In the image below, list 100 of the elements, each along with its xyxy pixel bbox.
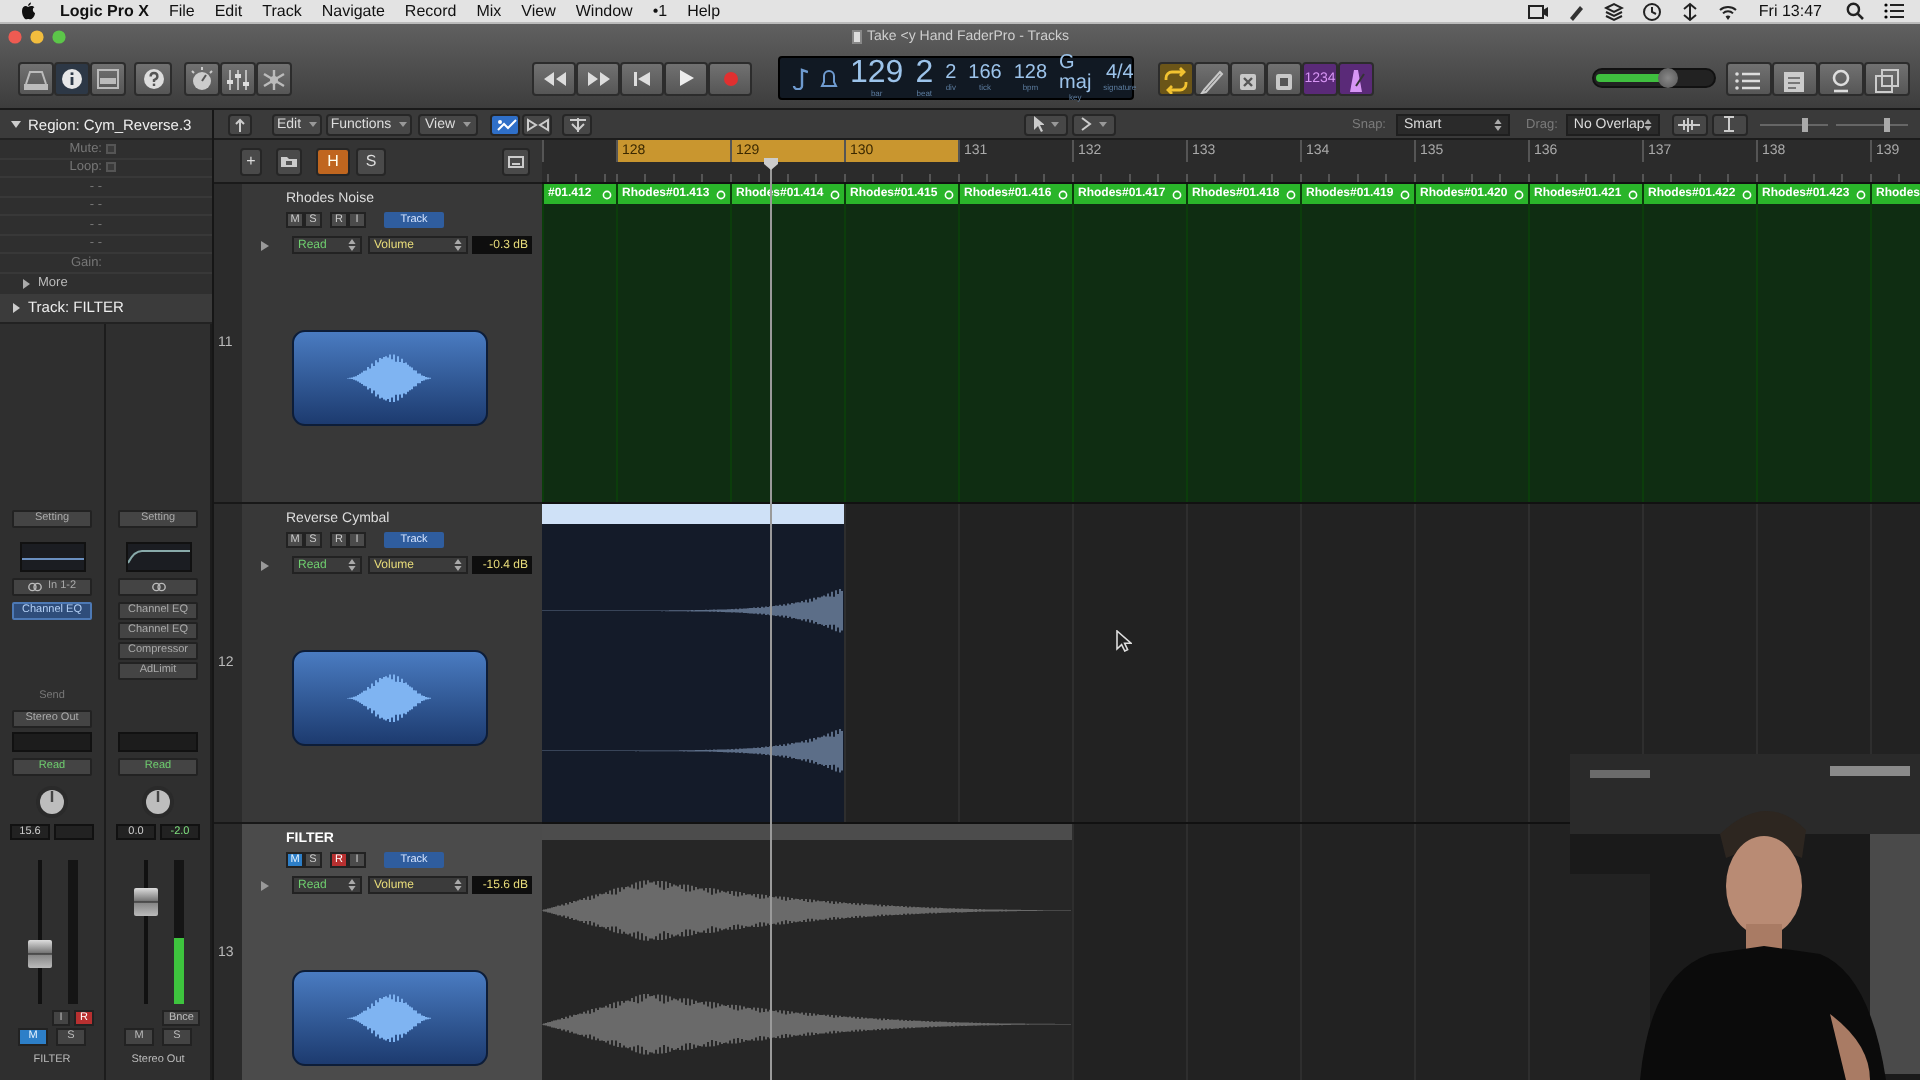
bell-icon (820, 66, 838, 90)
camera-icon[interactable] (1528, 1, 1549, 21)
arrow-cursor-icon (1032, 116, 1044, 132)
loop-icon (716, 189, 726, 199)
zoom-slider[interactable] (1759, 113, 1828, 135)
lcd-value: 2 (915, 58, 934, 90)
slider-thumb[interactable] (1884, 117, 1891, 131)
clock: Fri 13:47 (1758, 2, 1822, 20)
help-button[interactable] (134, 61, 172, 95)
clock-icon[interactable] (1642, 1, 1663, 21)
hide-button[interactable]: H (316, 147, 350, 175)
metronome-button[interactable] (1338, 61, 1374, 95)
split-button[interactable] (562, 113, 592, 135)
library-button[interactable] (18, 61, 54, 95)
minimize-button[interactable] (30, 29, 44, 43)
input-slot[interactable] (118, 577, 198, 595)
volume-knob[interactable] (1657, 68, 1678, 88)
box-icon[interactable] (1604, 1, 1625, 21)
lcd-value: G maj (1059, 54, 1092, 94)
add-track-button[interactable]: + (240, 147, 262, 175)
smart-controls-button[interactable] (184, 61, 220, 95)
document-icon (851, 29, 862, 43)
fader-cap[interactable] (133, 888, 157, 916)
note-pad-button[interactable] (1772, 61, 1818, 95)
display-button[interactable] (502, 147, 530, 175)
menu-item[interactable]: Mix (476, 2, 502, 20)
lcd-value: 166 (968, 64, 1002, 84)
loop-icon (830, 189, 840, 199)
eq-display[interactable] (125, 541, 191, 571)
up-down-arrows-icon (348, 878, 356, 892)
menu-item[interactable]: •1 (652, 2, 668, 20)
mouse-pointer-icon (1116, 630, 1132, 652)
to-start-button[interactable] (620, 61, 664, 95)
up-down-arrows-icon (348, 238, 356, 252)
menu-item[interactable]: Record (404, 2, 457, 20)
master-volume-slider[interactable] (1592, 68, 1716, 88)
caret-icon (397, 120, 408, 128)
caret-icon (461, 120, 472, 128)
flex-button[interactable] (522, 113, 552, 135)
checkbox[interactable] (106, 162, 116, 173)
expand-icon (260, 879, 270, 891)
loop-icon (1742, 189, 1752, 199)
loop-icon (1400, 189, 1410, 199)
eq-curve (127, 549, 189, 563)
link-icon (27, 581, 42, 591)
menu-item[interactable]: Edit (214, 2, 243, 20)
flex-icon (525, 115, 549, 133)
menu-item[interactable]: Window (575, 2, 633, 20)
play-button[interactable] (664, 61, 708, 95)
pan-knob[interactable] (34, 783, 70, 819)
zoom-slider[interactable] (1835, 113, 1908, 135)
peak-readout (54, 823, 94, 839)
zoom-button[interactable] (52, 29, 66, 43)
wifi-icon[interactable] (1718, 1, 1739, 21)
solo-button[interactable]: S (356, 147, 386, 175)
cross-button[interactable] (1230, 61, 1266, 95)
pointer-tool-menu[interactable] (1024, 113, 1068, 135)
browser-button[interactable] (1864, 61, 1910, 95)
resize-icon (1724, 116, 1735, 132)
up-down-arrows-icon (454, 878, 462, 892)
lcd-value: 129 (850, 58, 904, 90)
inspector-button[interactable] (54, 61, 90, 95)
eq-display[interactable] (19, 541, 85, 571)
note-icon (790, 66, 808, 90)
forward-button[interactable] (576, 61, 620, 95)
square-button[interactable] (1266, 61, 1302, 95)
folder-icon (280, 154, 298, 168)
up-down-arrows-icon (454, 558, 462, 572)
slider-thumb[interactable] (1802, 117, 1808, 131)
search-icon[interactable] (1846, 2, 1864, 20)
waveform-zoom-button[interactable] (1671, 113, 1708, 135)
secondary-tool-menu[interactable] (1072, 113, 1116, 135)
pan-knob[interactable] (140, 783, 176, 819)
loops-button[interactable] (1818, 61, 1864, 95)
editors-button[interactable] (256, 61, 292, 95)
toolbar-button[interactable] (90, 61, 126, 95)
list-icon[interactable] (1884, 2, 1904, 20)
rewind-button[interactable] (532, 61, 576, 95)
up-arrow-icon (234, 117, 246, 131)
pencil-button[interactable] (1194, 61, 1230, 95)
menu-item[interactable]: File (168, 2, 195, 20)
menu-item[interactable]: Help (687, 2, 721, 20)
fader-cap[interactable] (27, 940, 51, 969)
menu-item[interactable]: Track (262, 2, 302, 20)
back-button[interactable] (228, 113, 252, 135)
checkbox[interactable] (106, 143, 116, 154)
height-button[interactable] (1711, 113, 1748, 135)
mixer-button[interactable] (220, 61, 256, 95)
folder-button[interactable] (276, 147, 302, 175)
record-icon (723, 71, 737, 85)
catch-button[interactable] (490, 113, 520, 135)
loop-icon (1058, 189, 1068, 199)
caret-icon (307, 120, 318, 128)
list-button[interactable] (1726, 61, 1772, 95)
fast-forward-icon (587, 71, 609, 85)
arrows-icon[interactable] (1680, 1, 1701, 21)
menu-item[interactable]: Navigate (321, 2, 385, 20)
app-menu[interactable]: Logic Pro X (60, 2, 149, 20)
menu-item[interactable]: View (521, 2, 556, 20)
cycle-button[interactable] (1158, 61, 1194, 95)
